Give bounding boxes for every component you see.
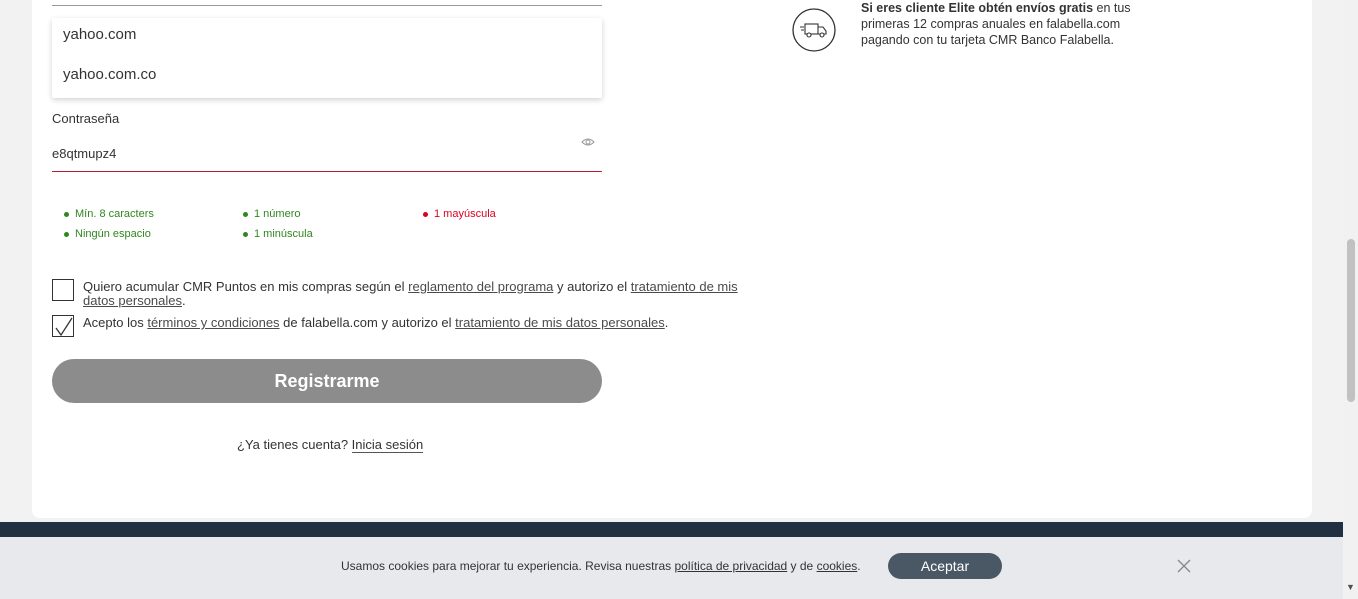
rule-text: 1 mayúscula <box>434 208 496 220</box>
cookie-message: Usamos cookies para mejorar tu experienc… <box>341 559 861 573</box>
cmr-points-checkbox[interactable] <box>52 279 74 301</box>
footer-strip <box>0 522 1343 537</box>
login-link[interactable]: Inicia sesión <box>351 437 424 453</box>
password-rule-uppercase: 1 mayúscula <box>423 208 496 220</box>
status-dot <box>423 211 428 217</box>
password-rule-number: 1 número <box>243 208 300 220</box>
status-dot <box>64 231 69 237</box>
terms-checkbox[interactable] <box>52 315 74 337</box>
elite-benefit-bold: Si eres cliente Elite obtén envíos grati… <box>861 1 1094 15</box>
password-input[interactable] <box>52 143 572 163</box>
email-suggestion-item[interactable]: yahoo.com.co <box>52 58 602 98</box>
email-suggestions-dropdown: yahoo.com yahoo.com.co <box>52 18 602 98</box>
cookie-text: . <box>857 559 861 573</box>
consent-text: . <box>664 315 669 330</box>
status-dot <box>243 211 248 217</box>
delivery-truck-icon <box>792 8 836 52</box>
program-rules-link[interactable]: reglamento del programa <box>408 279 553 294</box>
password-rule-lowercase: 1 minúscula <box>243 228 313 240</box>
consent-text: de falabella.com y autorizo el <box>279 315 456 330</box>
consent-text: Quiero acumular CMR Puntos en mis compra… <box>83 279 409 294</box>
rule-text: Mín. 8 caracters <box>75 208 154 220</box>
password-rule-no-space: Ningún espacio <box>64 228 151 240</box>
status-dot <box>243 231 248 237</box>
data-treatment-link[interactable]: tratamiento de mis datos personales <box>455 315 665 330</box>
checkmark-icon <box>55 317 73 337</box>
cookie-text: y de <box>787 559 817 573</box>
email-field-underline <box>52 5 602 6</box>
close-icon[interactable] <box>1177 559 1191 573</box>
password-label: Contraseña <box>52 111 120 126</box>
login-prompt: ¿Ya tienes cuenta? Inicia sesión <box>237 437 424 453</box>
rule-text: Ningún espacio <box>75 228 151 240</box>
status-dot <box>64 211 69 217</box>
password-rule-min-length: Mín. 8 caracters <box>64 208 154 220</box>
rule-text: 1 número <box>254 208 301 220</box>
terms-consent-text: Acepto los términos y condiciones de fal… <box>83 316 743 330</box>
scroll-down-arrow-icon[interactable]: ▼ <box>1346 582 1355 592</box>
consent-text: y autorizo el <box>553 279 631 294</box>
login-prompt-text: ¿Ya tienes cuenta? <box>237 437 352 452</box>
password-underline <box>52 171 602 172</box>
cookies-link[interactable]: cookies <box>817 559 858 573</box>
privacy-policy-link[interactable]: política de privacidad <box>674 559 787 573</box>
elite-benefit-text: Si eres cliente Elite obtén envíos grati… <box>861 0 1141 48</box>
eye-icon[interactable] <box>581 136 595 148</box>
cmr-points-consent-text: Quiero acumular CMR Puntos en mis compra… <box>83 280 743 308</box>
consent-text: Acepto los <box>83 315 148 330</box>
rule-text: 1 minúscula <box>254 228 313 240</box>
terms-link[interactable]: términos y condiciones <box>147 315 279 330</box>
accept-cookies-button[interactable]: Aceptar <box>888 553 1002 579</box>
consent-text: . <box>182 293 186 308</box>
register-button[interactable]: Registrarme <box>52 359 602 403</box>
email-suggestion-item[interactable]: yahoo.com <box>52 18 602 58</box>
cookie-text: Usamos cookies para mejorar tu experienc… <box>341 559 675 573</box>
scrollbar-thumb[interactable] <box>1347 239 1355 402</box>
